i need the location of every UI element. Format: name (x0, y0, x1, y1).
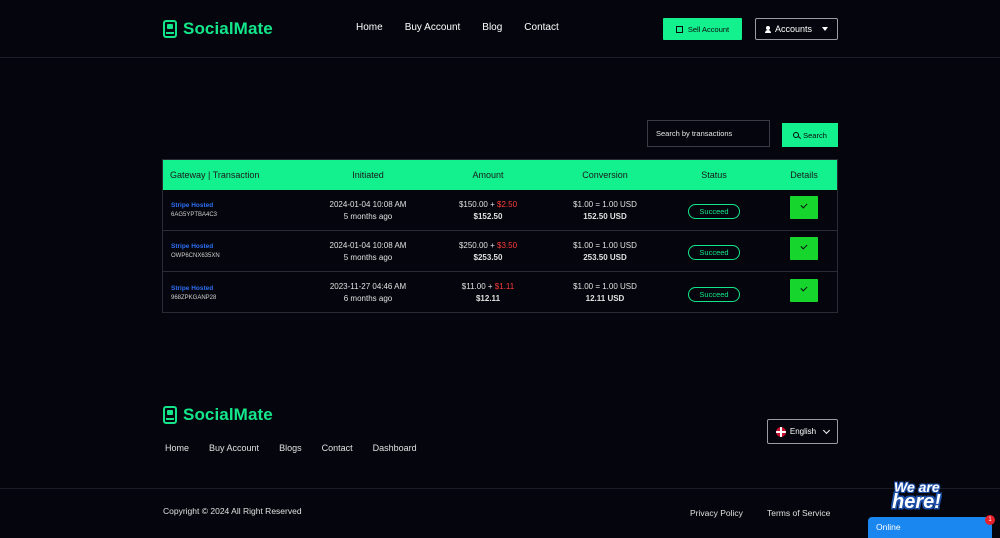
main-nav: Home Buy Account Blog Contact (356, 22, 559, 33)
total-value: $152.50 (473, 211, 503, 221)
brand-logo[interactable]: SocialMate (163, 19, 273, 39)
conversion-rate: $1.00 = 1.00 USD (573, 240, 637, 250)
status-badge: Succeed (688, 245, 740, 260)
table-row: Stripe Hosted 968ZPKGANP28 2023-11-27 04… (163, 272, 837, 313)
chat-status: Online (876, 522, 901, 532)
nav-blog[interactable]: Blog (482, 22, 502, 33)
col-status: Status (701, 170, 727, 180)
language-label: English (789, 427, 817, 436)
col-conversion: Conversion (582, 170, 628, 180)
col-details: Details (790, 170, 818, 180)
user-icon (764, 25, 771, 33)
terms-of-service-link[interactable]: Terms of Service (767, 508, 830, 518)
chevron-down-icon (822, 27, 829, 31)
charge-value: $1.11 (494, 282, 515, 291)
nav-contact[interactable]: Contact (524, 22, 558, 33)
accounts-dropdown[interactable]: Accounts (755, 18, 838, 40)
status-badge: Succeed (688, 204, 740, 219)
search-input[interactable] (647, 120, 770, 147)
logo-icon (163, 20, 177, 38)
initiated-ago: 6 months ago (343, 294, 393, 303)
status-badge: Succeed (688, 286, 740, 302)
table-row: Stripe Hosted 6AG5YPTBA4C3 2024-01-04 10… (163, 190, 837, 231)
initiated-ago: 5 months ago (343, 211, 393, 221)
transaction-id: 6AG5YPTBA4C3 (171, 212, 218, 218)
details-button[interactable] (790, 196, 818, 219)
conversion-rate: $1.00 = 1.00 USD (573, 199, 637, 209)
gateway-name: Stripe Hosted (171, 284, 214, 292)
chat-greeting[interactable]: We are here! (888, 477, 968, 517)
conversion-rate: $1.00 = 1.00 USD (573, 282, 637, 291)
initiated-date: 2023-11-27 04:46 AM (329, 282, 407, 291)
sell-account-button[interactable]: Sell Account (663, 18, 742, 40)
sell-account-label: Sell Account (687, 24, 730, 34)
col-initiated: Initiated (352, 170, 384, 180)
initiated-date: 2024-01-04 10:08 AM (329, 199, 407, 209)
footer-nav: Home Buy Account Blogs Contact Dashboard (165, 443, 437, 453)
gateway-name: Stripe Hosted (171, 202, 214, 209)
initiated-date: 2024-01-04 10:08 AM (329, 240, 407, 250)
charge-value: $3.50 (497, 240, 518, 250)
total-value: $12.11 (475, 294, 501, 303)
amount-value: $150.00 (458, 199, 488, 209)
logo-icon (163, 406, 177, 424)
table-row: Stripe Hosted OWP6CNX635XN 2024-01-04 10… (163, 231, 837, 272)
nav-home[interactable]: Home (356, 22, 383, 33)
footer-nav-blogs[interactable]: Blogs (279, 443, 302, 453)
converted-amount: 12.11 USD (585, 294, 625, 303)
footer-nav-dashboard[interactable]: Dashboard (373, 443, 417, 453)
transactions-table: Gateway | Transaction Initiated Amount C… (162, 159, 838, 313)
search-icon (793, 132, 800, 138)
col-gateway: Gateway | Transaction (170, 170, 260, 180)
footer-divider (0, 488, 1000, 489)
brand-name: SocialMate (183, 19, 273, 38)
privacy-policy-link[interactable]: Privacy Policy (690, 508, 743, 518)
transaction-id: OWP6CNX635XN (171, 253, 220, 259)
converted-amount: 253.50 USD (583, 252, 627, 262)
chevron-down-icon (823, 426, 831, 434)
table-header: Gateway | Transaction Initiated Amount C… (163, 160, 837, 190)
footer-nav-home[interactable]: Home (165, 443, 189, 453)
converted-amount: 152.50 USD (583, 211, 627, 221)
chat-widget[interactable]: Online (868, 517, 992, 538)
amount-value: $250.00 (458, 240, 488, 250)
search-button[interactable]: Search (782, 123, 838, 147)
uk-flag-icon (775, 426, 786, 437)
details-button[interactable] (790, 278, 818, 302)
gateway-name: Stripe Hosted (171, 243, 214, 250)
chat-greeting-line2: here! (892, 491, 941, 513)
copyright-text: Copyright © 2024 All Right Reserved (163, 506, 302, 516)
footer-nav-buy-account[interactable]: Buy Account (209, 443, 259, 453)
site-header: SocialMate Home Buy Account Blog Contact… (0, 0, 1000, 58)
nav-buy-account[interactable]: Buy Account (405, 22, 461, 33)
search-button-label: Search (803, 130, 827, 140)
total-value: $253.50 (473, 252, 503, 262)
details-button[interactable] (790, 237, 818, 260)
amount-value: $11.00 (461, 282, 486, 291)
language-selector[interactable]: English (767, 419, 838, 444)
chat-notification-badge: 1 (985, 515, 995, 525)
footer-brand-logo[interactable]: SocialMate (163, 405, 273, 425)
col-amount: Amount (472, 170, 504, 180)
accounts-label: Accounts (774, 24, 813, 34)
footer-brand-name: SocialMate (183, 405, 273, 424)
charge-value: $2.50 (497, 199, 518, 209)
footer-nav-contact[interactable]: Contact (322, 443, 353, 453)
edit-icon (675, 25, 683, 33)
transaction-id: 968ZPKGANP28 (171, 294, 217, 301)
initiated-ago: 5 months ago (343, 252, 393, 262)
